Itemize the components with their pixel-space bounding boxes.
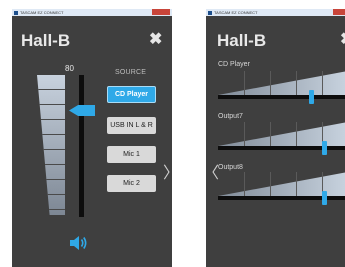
slider-knob[interactable]	[322, 191, 327, 205]
slider-tick	[244, 71, 245, 95]
slider-scale	[218, 71, 345, 95]
source-button-mic-2[interactable]: Mic 2	[107, 175, 156, 192]
slider-knob[interactable]	[322, 141, 327, 155]
source-button-cd-player[interactable]: CD Player	[107, 86, 156, 103]
channel-label-output8: Output8	[218, 164, 243, 171]
window-controls[interactable]	[333, 9, 345, 15]
app-icon	[208, 10, 212, 15]
slider-tick	[270, 172, 271, 196]
speaker-icon[interactable]	[69, 235, 89, 251]
close-icon[interactable]: ✖	[149, 31, 162, 49]
source-header: SOURCE	[115, 69, 147, 76]
page-title: Hall-B	[217, 31, 267, 50]
app-icon	[14, 10, 18, 15]
channel-slider-output8[interactable]	[218, 172, 345, 206]
source-button-mic-1[interactable]: Mic 1	[107, 146, 156, 163]
left-panel: TASCAM EZ CONNECT Hall-B ✖ 80 SOURCE CD …	[12, 9, 172, 267]
level-readout: 80	[65, 64, 74, 73]
fader-knob[interactable]	[69, 105, 95, 116]
channel-label-cd-player: CD Player	[218, 61, 250, 68]
window-controls[interactable]	[152, 9, 170, 15]
next-page-arrow[interactable]: 〉	[163, 159, 172, 183]
slider-tick	[296, 71, 297, 95]
slider-tick	[270, 71, 271, 95]
slider-tick	[244, 122, 245, 146]
fader-ticks	[37, 75, 65, 215]
fader-track	[79, 75, 84, 217]
channel-slider-output7[interactable]	[218, 122, 345, 156]
source-button-usb-in[interactable]: USB IN L & R	[107, 117, 156, 134]
channel-label-output7: Output7	[218, 113, 243, 120]
right-panel: TASCAM EZ CONNECT Hall-B ✖ CD Player Out…	[206, 9, 345, 267]
title-bar: TASCAM EZ CONNECT	[206, 9, 345, 16]
slider-knob[interactable]	[309, 90, 314, 104]
volume-fader[interactable]	[37, 75, 97, 217]
title-bar: TASCAM EZ CONNECT	[12, 9, 172, 16]
slider-track	[218, 95, 345, 99]
slider-tick	[244, 172, 245, 196]
close-icon[interactable]: ✖	[340, 31, 345, 49]
slider-tick	[296, 122, 297, 146]
slider-tick	[322, 71, 323, 95]
page-title: Hall-B	[21, 31, 71, 50]
window-title: TASCAM EZ CONNECT	[214, 10, 258, 15]
channel-slider-cd-player[interactable]	[218, 71, 345, 105]
window-title: TASCAM EZ CONNECT	[20, 10, 64, 15]
slider-tick	[270, 122, 271, 146]
slider-tick	[296, 172, 297, 196]
